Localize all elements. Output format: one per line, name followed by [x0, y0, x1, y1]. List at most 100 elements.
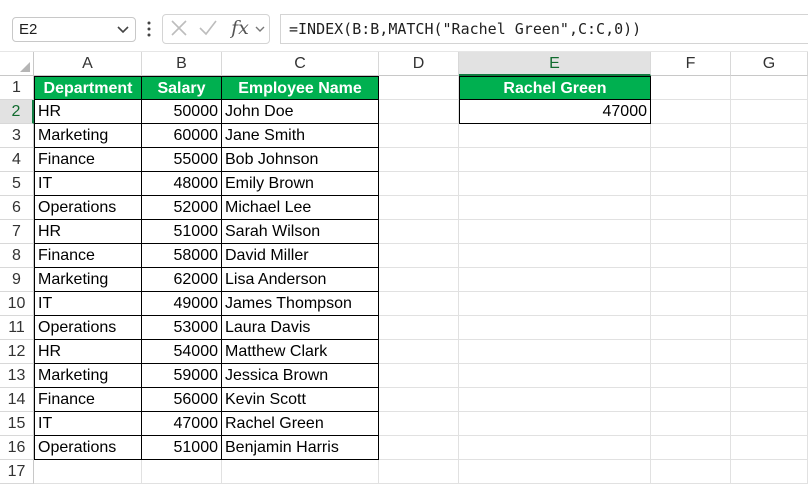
grid-cell[interactable] — [379, 388, 459, 412]
grid-cell[interactable] — [731, 220, 808, 244]
table-cell[interactable]: Finance — [34, 388, 142, 412]
table-cell[interactable]: 59000 — [142, 364, 222, 388]
table-cell[interactable]: 58000 — [142, 244, 222, 268]
grid-cell[interactable] — [731, 244, 808, 268]
table-cell[interactable]: 52000 — [142, 196, 222, 220]
grid-cell[interactable] — [379, 124, 459, 148]
grid-cell[interactable] — [379, 76, 459, 100]
grid-cell[interactable] — [731, 364, 808, 388]
grid-cell[interactable] — [459, 148, 651, 172]
table-cell[interactable]: James Thompson — [222, 292, 379, 316]
row-header-5[interactable]: 5 — [0, 172, 34, 196]
grid-cell[interactable] — [651, 412, 731, 436]
column-header-c[interactable]: C — [222, 52, 379, 76]
column-header-b[interactable]: B — [142, 52, 222, 76]
grid-cell[interactable] — [379, 316, 459, 340]
grid-cell[interactable] — [459, 268, 651, 292]
grid-cell[interactable] — [731, 412, 808, 436]
table-cell[interactable]: Finance — [34, 148, 142, 172]
grid-cell[interactable] — [34, 460, 142, 484]
table-cell[interactable]: Marketing — [34, 124, 142, 148]
row-header-14[interactable]: 14 — [0, 388, 34, 412]
grid-cell[interactable] — [651, 124, 731, 148]
grid-cell[interactable] — [651, 100, 731, 124]
grid-cell[interactable] — [459, 412, 651, 436]
table-cell[interactable]: 60000 — [142, 124, 222, 148]
grid-cell[interactable] — [459, 436, 651, 460]
row-header-15[interactable]: 15 — [0, 412, 34, 436]
row-header-17[interactable]: 17 — [0, 460, 34, 484]
grid-cell[interactable] — [651, 460, 731, 484]
column-header-g[interactable]: G — [731, 52, 808, 76]
lookup-result-cell[interactable]: 47000 — [459, 100, 651, 124]
column-header-f[interactable]: F — [651, 52, 731, 76]
grid-cell[interactable] — [731, 316, 808, 340]
row-header-9[interactable]: 9 — [0, 268, 34, 292]
table-cell[interactable]: IT — [34, 172, 142, 196]
table-cell[interactable]: 49000 — [142, 292, 222, 316]
table-cell[interactable]: 54000 — [142, 340, 222, 364]
grid-cell[interactable] — [651, 244, 731, 268]
lookup-header-cell[interactable]: Rachel Green — [459, 76, 651, 100]
column-header-d[interactable]: D — [379, 52, 459, 76]
insert-function-icon[interactable]: fx — [228, 14, 252, 42]
grid-cell[interactable] — [651, 388, 731, 412]
spreadsheet-grid[interactable]: A B C D E F G 1 2 3 4 5 6 7 8 9 10 11 12 13 14 15 16 17 Departme… — [0, 52, 808, 491]
grid-cell[interactable] — [651, 268, 731, 292]
table-cell[interactable]: Jane Smith — [222, 124, 379, 148]
table-cell[interactable]: Kevin Scott — [222, 388, 379, 412]
table-cell[interactable]: Benjamin Harris — [222, 436, 379, 460]
grid-cell[interactable] — [379, 268, 459, 292]
grid-cell[interactable] — [379, 100, 459, 124]
row-header-2[interactable]: 2 — [0, 100, 34, 124]
row-header-6[interactable]: 6 — [0, 196, 34, 220]
row-header-3[interactable]: 3 — [0, 124, 34, 148]
grid-cell[interactable] — [651, 220, 731, 244]
table-cell[interactable]: Michael Lee — [222, 196, 379, 220]
chevron-down-icon[interactable] — [116, 22, 130, 36]
grid-cell[interactable] — [379, 436, 459, 460]
table-cell[interactable]: Operations — [34, 316, 142, 340]
grid-cell[interactable] — [731, 76, 808, 100]
cancel-icon[interactable] — [170, 19, 188, 37]
grid-cell[interactable] — [651, 340, 731, 364]
grid-cell[interactable] — [379, 196, 459, 220]
formula-input[interactable]: =INDEX(B:B,MATCH("Rachel Green",C:C,0)) — [280, 14, 808, 44]
table-cell[interactable]: Operations — [34, 436, 142, 460]
table-cell[interactable]: 56000 — [142, 388, 222, 412]
grid-cell[interactable] — [379, 148, 459, 172]
grid-cell[interactable] — [651, 364, 731, 388]
table-cell[interactable]: David Miller — [222, 244, 379, 268]
grid-cell[interactable] — [379, 460, 459, 484]
grid-cell[interactable] — [731, 436, 808, 460]
grid-cell[interactable] — [651, 172, 731, 196]
table-cell[interactable]: Emily Brown — [222, 172, 379, 196]
table-cell[interactable]: Bob Johnson — [222, 148, 379, 172]
row-header-11[interactable]: 11 — [0, 316, 34, 340]
table-cell[interactable]: Finance — [34, 244, 142, 268]
grid-cell[interactable] — [731, 124, 808, 148]
table-cell[interactable]: Marketing — [34, 364, 142, 388]
table-cell[interactable]: IT — [34, 412, 142, 436]
table-cell[interactable]: Operations — [34, 196, 142, 220]
grid-cell[interactable] — [379, 172, 459, 196]
grid-cell[interactable] — [459, 244, 651, 268]
grid-cell[interactable] — [459, 340, 651, 364]
table-cell[interactable]: HR — [34, 220, 142, 244]
table-cell[interactable]: HR — [34, 340, 142, 364]
grid-cell[interactable] — [651, 76, 731, 100]
grid-cell[interactable] — [459, 196, 651, 220]
grid-cell[interactable] — [731, 100, 808, 124]
grid-cell[interactable] — [651, 148, 731, 172]
row-header-12[interactable]: 12 — [0, 340, 34, 364]
table-cell[interactable]: 51000 — [142, 220, 222, 244]
grid-cell[interactable] — [222, 460, 379, 484]
table-header-cell[interactable]: Department — [34, 76, 142, 100]
column-header-e[interactable]: E — [459, 52, 651, 76]
grid-cell[interactable] — [459, 460, 651, 484]
grid-cell[interactable] — [731, 148, 808, 172]
grid-cell[interactable] — [459, 388, 651, 412]
row-header-1[interactable]: 1 — [0, 76, 34, 100]
grid-cell[interactable] — [731, 460, 808, 484]
grid-cell[interactable] — [651, 196, 731, 220]
